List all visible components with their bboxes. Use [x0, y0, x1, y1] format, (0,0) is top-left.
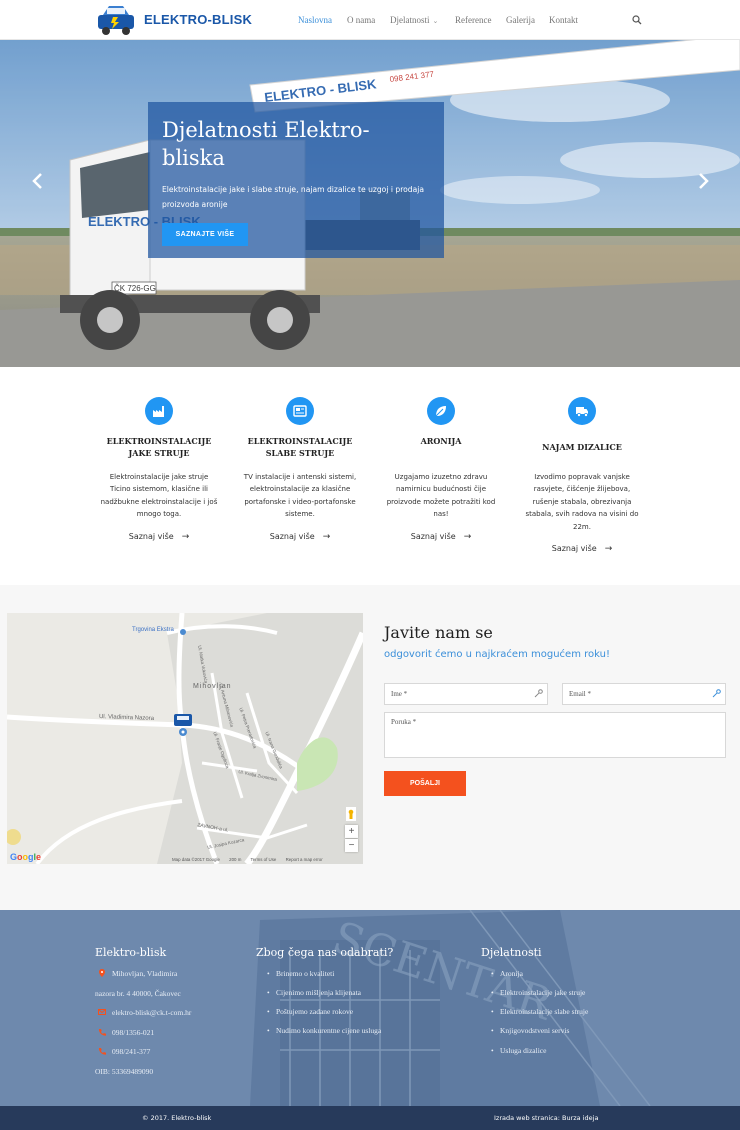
hero-title: Djelatnosti Elektro-bliska	[162, 118, 370, 170]
nav-item-galerija[interactable]: Galerija	[506, 15, 535, 25]
site-header: ELEKTRO-BLISK Naslovna O nama Djelatnost…	[0, 0, 740, 40]
service-link[interactable]: Saznaj više →	[99, 532, 219, 542]
arrow-right-icon: →	[604, 544, 613, 554]
footer-phone1[interactable]: 098/1356-021	[112, 1028, 154, 1037]
envelope-icon	[98, 1009, 106, 1015]
footer-service-link[interactable]: Elektroinstalacije jake struje	[491, 988, 585, 997]
footer-address-line2: nazora br. 4 40000, Čakovec	[95, 989, 181, 998]
service-title: ELEKTROINSTALACIJE SLABE STRUJE	[247, 436, 353, 458]
services-section: ELEKTROINSTALACIJE JAKE STRUJE Elektroin…	[0, 367, 740, 585]
site-footer: SCENTAR Elektro-blisk Mihovljan, Vladimi…	[0, 910, 740, 1106]
copyright: © 2017. Elektro-blisk	[142, 1114, 212, 1122]
nav-item-o-nama[interactable]: O nama	[347, 15, 375, 25]
footer-title-why-us: Zbog čega nas odabrati?	[256, 946, 394, 959]
hero-slider: ELEKTRO - BLISK 098 241 377 ELEKTRO - BL…	[0, 40, 740, 367]
map-marker-icon	[99, 969, 105, 977]
map-label: Trgovina Ekstra	[132, 627, 174, 633]
link-label: Saznaj više	[128, 532, 174, 541]
footer-service-link[interactable]: Aronija	[491, 969, 523, 978]
footer-oib: OIB: 53369489090	[95, 1067, 154, 1076]
map-label: Mihovljan	[193, 683, 232, 690]
leaf-icon	[427, 397, 455, 425]
zoom-in-button[interactable]: +	[345, 825, 358, 838]
service-description: Izvodimo popravak vanjske rasvjete, čišć…	[525, 473, 639, 531]
credit-link[interactable]: Izrada web stranica: Burza ideja	[494, 1114, 598, 1122]
contact-section: Trgovina Ekstra Mihovljan Ul. Vladimira …	[0, 585, 740, 910]
service-title: NAJAM DIZALICE	[542, 442, 622, 452]
brand-name[interactable]: ELEKTRO-BLISK	[144, 12, 252, 27]
phone-icon	[98, 1048, 106, 1055]
service-description: TV instalacije i antenski sistemi, elekt…	[243, 473, 357, 519]
key-icon	[712, 689, 721, 698]
footer-phone2[interactable]: 098/241-377	[112, 1047, 150, 1056]
chevron-left-icon[interactable]	[30, 172, 44, 190]
chevron-right-icon[interactable]	[697, 172, 711, 190]
map-scale: 200 m	[229, 857, 242, 862]
hero-caption: Djelatnosti Elektro-bliska Elektroinstal…	[148, 102, 444, 258]
footer-service-link[interactable]: Elektroinstalacije slabe struje	[491, 1007, 588, 1016]
footer-list-item: Nudimo konkurentne cijene usluga	[267, 1026, 381, 1035]
nav-item-kontakt[interactable]: Kontakt	[549, 15, 578, 25]
service-link[interactable]: Saznaj više →	[381, 532, 501, 542]
footer-service-link[interactable]: Usluga dizalice	[491, 1046, 547, 1055]
arrow-right-icon: →	[181, 532, 190, 542]
logo-icon[interactable]	[95, 3, 137, 37]
chevron-down-icon: ⌄	[432, 17, 439, 25]
newspaper-icon	[286, 397, 314, 425]
footer-list-item: Brinemo o kvaliteti	[267, 969, 334, 978]
service-link[interactable]: Saznaj više →	[522, 544, 642, 554]
service-title: ARONIJA	[420, 436, 462, 446]
service-link[interactable]: Saznaj više →	[240, 532, 360, 542]
send-button[interactable]: POŠALJI	[384, 771, 466, 796]
arrow-right-icon: →	[463, 532, 472, 542]
factory-icon	[145, 397, 173, 425]
google-map[interactable]: Trgovina Ekstra Mihovljan Ul. Vladimira …	[7, 613, 363, 864]
map-canvas[interactable]	[7, 613, 363, 864]
link-label: Saznaj više	[269, 532, 315, 541]
phone-icon	[98, 1029, 106, 1036]
contact-subtitle: odgovorit ćemo u najkraćem mogućem roku!	[384, 649, 610, 660]
footer-background: SCENTAR	[0, 910, 740, 1106]
map-terms-link[interactable]: Terms of Use	[251, 857, 277, 862]
truck-icon	[568, 397, 596, 425]
nav-item-label: Djelatnosti	[390, 15, 430, 25]
footer-email-link[interactable]: elektro-blisk@ck.t-com.hr	[112, 1008, 191, 1017]
message-placeholder: Poruka *	[391, 718, 417, 726]
nav-item-djelatnosti[interactable]: Djelatnosti ⌄	[390, 15, 438, 25]
map-report-link[interactable]: Report a map error	[286, 857, 323, 862]
footer-service-link[interactable]: Knjigovodstveni servis	[491, 1026, 569, 1035]
footer-title-services: Djelatnosti	[481, 946, 542, 959]
footer-list-item: Cijenimo mišljenja klijenata	[267, 988, 361, 997]
email-placeholder: Email *	[569, 690, 591, 698]
footer-address-line1: Mihovljan, Vladimira	[112, 969, 178, 978]
nav-item-naslovna[interactable]: Naslovna	[298, 15, 332, 25]
google-logo: Google	[10, 852, 42, 862]
map-footer: Map data ©2017 Google 200 m Terms of Use…	[172, 857, 331, 862]
search-icon[interactable]	[632, 15, 642, 25]
contact-title: Javite nam se	[384, 623, 493, 642]
zoom-out-button[interactable]: −	[345, 839, 358, 852]
bottom-bar: © 2017. Elektro-blisk Izrada web stranic…	[0, 1106, 740, 1130]
service-description: Elektroinstalacije jake struje Ticino si…	[100, 473, 218, 519]
name-field[interactable]: Ime *	[384, 683, 548, 705]
name-placeholder: Ime *	[391, 690, 408, 698]
service-description: Uzgajamo izuzetno zdravu namirnicu buduć…	[386, 473, 496, 519]
link-label: Saznaj više	[410, 532, 456, 541]
learn-more-button[interactable]: SAZNAJTE VIŠE	[162, 223, 248, 246]
link-label: Saznaj više	[551, 544, 597, 553]
nav-item-reference[interactable]: Reference	[455, 15, 491, 25]
key-icon	[534, 689, 543, 698]
message-field[interactable]: Poruka *	[384, 712, 726, 758]
footer-title-company: Elektro-blisk	[95, 946, 167, 959]
footer-list-item: Poštujemo zadane rokove	[267, 1007, 353, 1016]
email-field[interactable]: Email *	[562, 683, 726, 705]
arrow-right-icon: →	[322, 532, 331, 542]
map-attribution: Map data ©2017 Google	[172, 857, 220, 862]
service-title: ELEKTROINSTALACIJE JAKE STRUJE	[106, 436, 212, 458]
hero-text: Elektroinstalacije jake i slabe struje, …	[162, 185, 425, 209]
